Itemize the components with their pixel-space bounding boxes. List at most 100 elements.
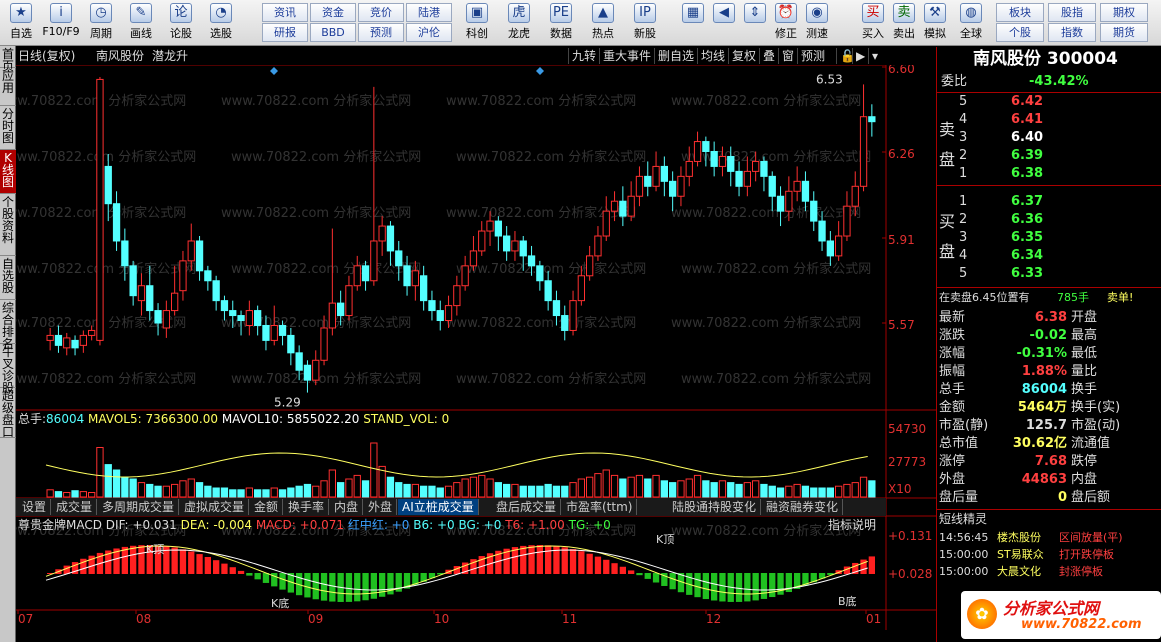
全球-button[interactable]: ◍ 全球 [952,2,990,44]
数据-button[interactable]: PE 数据 [542,2,580,44]
indicator-tab-4[interactable]: 金额 [250,499,284,515]
sidebar-tab-2[interactable]: 分时图 [0,106,16,150]
toolbar-right-期货[interactable]: 期货 [1100,23,1148,42]
论股-button[interactable]: 论论股 [162,2,200,44]
macd-bar [636,573,643,576]
chart-btn-窗[interactable]: 窗 [778,48,797,64]
toolbar-grid-BBD[interactable]: BBD [310,23,356,42]
indicator-tab-1[interactable]: 成交量 [52,499,98,515]
周期-button[interactable]: ◷ 周期 [82,2,120,44]
stat-row: 外盘 44863 内盘 [939,472,1098,487]
volume-bar [179,480,187,498]
volume-bar [386,476,395,498]
bid-price: 6.34 [1011,248,1044,263]
选股-button[interactable]: ◔ 选股 [202,2,240,44]
toolbar-grid-竞价[interactable]: 竞价 [358,3,404,22]
volume-bar [436,487,444,498]
kline-mode[interactable]: 日线(复权) [18,47,75,65]
indicator-tab-0[interactable]: 设置 [18,499,52,515]
chart-btn-叠[interactable]: 叠 [759,48,778,64]
toolbar-grid-沪伦[interactable]: 沪伦 [406,23,452,42]
sidebar-tab-8[interactable]: 超级盘口 [0,388,16,438]
macd-bar [735,573,743,602]
macd-bar [868,556,875,574]
indicator-tab-12[interactable]: 融资融券变化 [762,499,844,515]
F10/F9-button[interactable]: i F10/F9 [42,2,80,44]
toolbar-grid-预测[interactable]: 预测 [358,23,404,42]
ask-price: 6.39 [1011,148,1044,163]
volume-bar [104,464,112,498]
price-axis-label: 6.60 [888,65,915,76]
toolbar-grid-资讯[interactable]: 资讯 [262,3,308,22]
stat-row: 涨幅 -0.31% 最低 [939,346,1098,361]
自选-button[interactable]: ★ 自选 [2,2,40,44]
volume-bar [312,485,320,498]
模拟-button[interactable]: ⚒ 模拟 [916,2,954,44]
indicator-tab-9[interactable]: 盘后成交量 [492,499,562,515]
volume-bar [278,489,287,498]
play-icon[interactable]: ▶ [852,48,868,64]
toolbar-right-个股[interactable]: 个股 [996,23,1044,42]
indicator-tab-6[interactable]: 内盘 [330,499,364,515]
sidebar-tab-0[interactable]: 首页 [0,46,16,72]
flower-logo-icon: ✿ [967,599,997,629]
画线-button[interactable]: ✎ 画线 [122,2,160,44]
stat-value: 6.38 [1034,310,1067,325]
indicator-help-button[interactable]: 指标说明 [828,517,876,532]
toolbar-grid-资金[interactable]: 资金 [310,3,356,22]
menu-icon[interactable]: ▾ [868,48,881,64]
indicator-tab-2[interactable]: 多周期成交量 [98,499,180,515]
chart-btn-复权[interactable]: 复权 [728,48,759,64]
ask-price: 6.42 [1011,94,1044,109]
sidebar-tab-3[interactable]: K线图 [0,150,16,194]
chart-btn-均线[interactable]: 均线 [697,48,728,64]
chart-btn-删自选[interactable]: 删自选 [654,48,697,64]
indicator-tab-10[interactable]: 市盈率(ttm) [562,499,638,515]
macd-bar [628,570,635,574]
sidebar-tab-5[interactable]: 自选股 [0,256,16,300]
volume-bar [503,483,511,498]
macd-bar [769,573,776,598]
macd-bar [752,573,759,601]
indicator-tab-7[interactable]: 外盘 [364,499,398,515]
indicator-tab-11[interactable]: 陆股通持股变化 [668,499,762,515]
volume-bar [361,480,370,498]
macd-bar [345,573,353,602]
indicator-tabs: 设置 成交量 多周期成交量 虚拟成交量 金额 换手率 内盘 外盘 AI立桩成交量 盘后成交量 市盈率… [16,498,886,516]
weibi-row: 委比 -43.42% [941,74,1089,89]
toolbar-label: 数据 [550,27,572,40]
watermark-text: www.70822.com 分析家公式网 [221,205,411,221]
toolbar-right-期权[interactable]: 期权 [1100,3,1148,22]
indicator-tab-8[interactable]: AI立桩成交量 [398,499,479,515]
speed-icon: ◉ [806,3,828,23]
volume-bar [669,482,677,498]
测速-button[interactable]: ◉ 测速 [798,2,836,44]
热点-button[interactable]: ▲ 热点 [584,2,622,44]
volume-bar [370,442,378,498]
龙虎-button[interactable]: 虎龙虎 [500,2,538,44]
sidebar-tab-6[interactable]: 综合排名 [0,300,16,350]
chart-btn-九转[interactable]: 九转 [568,48,599,64]
新股-button[interactable]: IP 新股 [626,2,664,44]
volume-bar [743,482,752,498]
kline-chart[interactable]: www.70822.com 分析家公式网 www.70822.com 分析家公式网… [16,65,936,642]
watermark-text: www.70822.com 分析家公式网 [671,93,861,109]
toolbar-label: 修正 [775,27,797,40]
sidebar-tab-1[interactable]: 应用 [0,68,16,106]
toolbar-right-指数[interactable]: 指数 [1048,23,1096,42]
toolbar-right-股指[interactable]: 股指 [1048,3,1096,22]
sidebar-tab-4[interactable]: 个股资料 [0,194,16,256]
科创-button[interactable]: ▣ 科创 [458,2,496,44]
sidebar-tab-7[interactable]: 牛叉诊股 [0,344,16,394]
stat-value: 5464万 [1017,400,1067,415]
toolbar-grid-研报[interactable]: 研报 [262,23,308,42]
toolbar-label: 全球 [960,27,982,40]
chart-btn-预测[interactable]: 预测 [797,48,828,64]
indicator-tab-3[interactable]: 虚拟成交量 [180,499,250,515]
toolbar-grid-陆港[interactable]: 陆港 [406,3,452,22]
macd-axis-label: +0.131 [888,529,932,543]
chart-btn-重大事件[interactable]: 重大事件 [599,48,654,64]
toolbar-right-板块[interactable]: 板块 [996,3,1044,22]
indicator-tab-5[interactable]: 换手率 [284,499,330,515]
macd-bar [603,559,610,574]
